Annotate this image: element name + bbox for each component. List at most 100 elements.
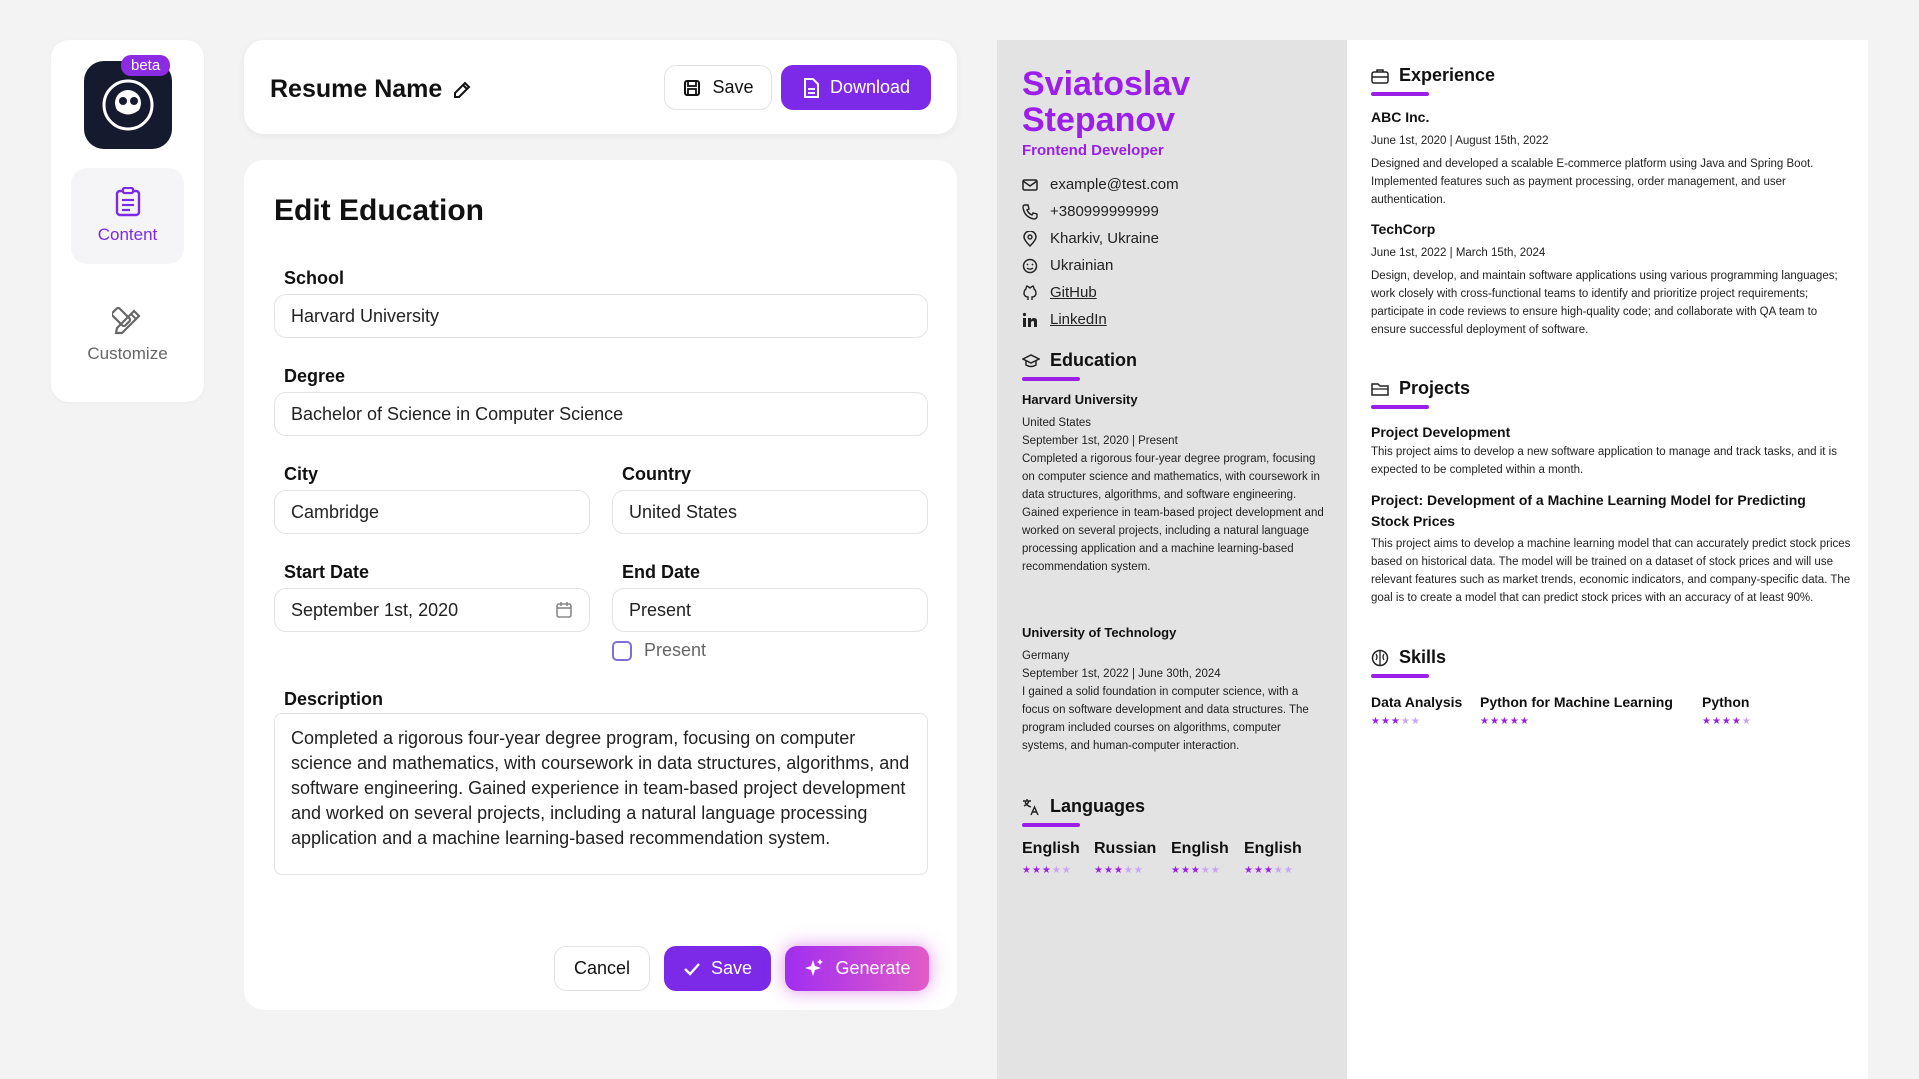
end-date-value: Present xyxy=(629,599,692,620)
experience-description: Designed and developed a scalable E-comm… xyxy=(1371,158,1814,206)
download-label: Download xyxy=(829,77,911,97)
resume-name-text: Resume Name xyxy=(270,75,443,103)
contact-github[interactable]: GitHub xyxy=(1022,284,1097,301)
resume-name[interactable]: Resume Name xyxy=(270,75,472,104)
stars-empty: ★★ xyxy=(1273,865,1294,876)
calendar-icon[interactable] xyxy=(555,601,573,619)
clipboard-icon xyxy=(115,187,140,217)
linkedin-icon xyxy=(1022,312,1037,327)
start-date-input[interactable]: September 1st, 2020 xyxy=(274,588,590,632)
languages-underline xyxy=(1022,823,1080,827)
country-input[interactable]: United States xyxy=(612,490,928,534)
download-button[interactable]: Download xyxy=(781,65,931,110)
education-country: United States xyxy=(1022,417,1092,429)
check-icon xyxy=(684,962,700,976)
education-description: I gained a solid foundation in computer … xyxy=(1022,686,1309,752)
start-date-value: September 1st, 2020 xyxy=(291,599,459,620)
cancel-label: Cancel xyxy=(573,958,631,978)
github-link[interactable]: GitHub xyxy=(1050,284,1097,301)
experience-heading: Experience xyxy=(1371,65,1495,86)
stars-filled: ★★★★ xyxy=(1702,716,1742,727)
location-text: Kharkiv, Ukraine xyxy=(1050,230,1159,247)
education-dates: September 1st, 2022 | June 30th, 2024 xyxy=(1022,668,1221,680)
experience-title: Experience xyxy=(1399,65,1496,85)
generate-button[interactable]: Generate xyxy=(785,946,929,991)
school-value: Harvard University xyxy=(291,305,440,326)
experience-description: Design, develop, and maintain software a… xyxy=(1371,270,1838,336)
contact-email: example@test.com xyxy=(1022,176,1179,193)
stars-empty: ★ xyxy=(1741,716,1752,727)
stars-empty: ★★ xyxy=(1200,865,1221,876)
resume-last-name: Stepanov xyxy=(1022,101,1176,139)
resume-full-name: Sviatoslav Stepanov xyxy=(1022,66,1190,138)
nav-customize[interactable]: Customize xyxy=(71,286,184,382)
nav-content[interactable]: Content xyxy=(71,168,184,264)
languages-heading: Languages xyxy=(1022,796,1145,817)
school-label: School xyxy=(284,268,345,288)
save-label: Save xyxy=(710,958,753,978)
form-title: Edit Education xyxy=(274,194,484,227)
skill-rating: ★★★★★ xyxy=(1371,716,1421,727)
degree-label: Degree xyxy=(284,366,346,386)
language-rating: ★★★★★ xyxy=(1244,865,1294,876)
save-button[interactable]: Save xyxy=(664,946,771,991)
sidebar: beta Content Customize xyxy=(51,40,204,402)
skill-rating: ★★★★★ xyxy=(1480,716,1530,727)
degree-input[interactable]: Bachelor of Science in Computer Science xyxy=(274,392,928,436)
save-resume-label: Save xyxy=(712,77,754,97)
language-item: Russian xyxy=(1094,840,1157,857)
city-label: City xyxy=(284,464,319,484)
stars-filled: ★★★ xyxy=(1022,865,1052,876)
phone-text: +380999999999 xyxy=(1050,203,1159,220)
skill-item: Python xyxy=(1702,694,1750,710)
city-input[interactable]: Cambridge xyxy=(274,490,590,534)
skill-item: Python for Machine Learning xyxy=(1480,694,1673,710)
project-description: This project aims to develop a new softw… xyxy=(1371,446,1837,476)
experience-company: TechCorp xyxy=(1371,221,1436,237)
sparkle-icon xyxy=(805,958,824,976)
linkedin-link[interactable]: LinkedIn xyxy=(1050,311,1107,328)
stars-filled: ★★★ xyxy=(1244,865,1274,876)
experience-dates: June 1st, 2020 | August 15th, 2022 xyxy=(1371,135,1549,147)
save-resume-button[interactable]: Save xyxy=(664,65,772,110)
stars-filled: ★★★ xyxy=(1171,865,1201,876)
present-checkbox-row[interactable]: Present xyxy=(612,640,706,661)
experience-underline xyxy=(1371,92,1429,96)
contact-linkedin[interactable]: LinkedIn xyxy=(1022,311,1107,328)
present-checkbox[interactable] xyxy=(612,640,632,661)
languages-title: Languages xyxy=(1050,796,1146,816)
beta-badge: beta xyxy=(121,55,171,76)
header-card: Resume Name Save Download xyxy=(244,40,957,134)
description-textarea[interactable]: Completed a rigorous four-year degree pr… xyxy=(274,713,928,875)
language-rating: ★★★★★ xyxy=(1022,865,1072,876)
skills-title: Skills xyxy=(1399,647,1447,667)
project-title: Project Development xyxy=(1371,424,1511,440)
school-input[interactable]: Harvard University xyxy=(274,294,928,338)
end-date-input[interactable]: Present xyxy=(612,588,928,632)
edit-icon[interactable] xyxy=(452,80,472,100)
pencil-ruler-icon xyxy=(111,306,141,335)
file-icon xyxy=(803,77,819,98)
skill-item: Data Analysis xyxy=(1371,694,1463,710)
logo-icon xyxy=(102,79,154,131)
education-underline xyxy=(1022,377,1080,381)
contact-phone: +380999999999 xyxy=(1022,203,1159,220)
contact-nationality: Ukrainian xyxy=(1022,257,1113,274)
folder-icon xyxy=(1371,382,1389,396)
language-rating: ★★★★★ xyxy=(1094,865,1144,876)
briefcase-icon xyxy=(1371,68,1389,84)
projects-title: Projects xyxy=(1399,378,1471,398)
github-icon xyxy=(1023,284,1037,300)
cancel-button[interactable]: Cancel xyxy=(554,946,650,991)
save-icon xyxy=(684,79,701,96)
mail-icon xyxy=(1022,178,1038,191)
resume-first-name: Sviatoslav xyxy=(1022,65,1191,103)
stars-empty: ★★ xyxy=(1400,716,1421,727)
resume-preview: Sviatoslav Stepanov Frontend Developer e… xyxy=(997,40,1868,1079)
projects-underline xyxy=(1371,405,1429,409)
stars-empty: ★★ xyxy=(1123,865,1144,876)
nationality-text: Ukrainian xyxy=(1050,257,1114,274)
experience-dates: June 1st, 2022 | March 15th, 2024 xyxy=(1371,247,1546,259)
email-text: example@test.com xyxy=(1050,176,1179,193)
translate-icon xyxy=(1023,798,1039,815)
